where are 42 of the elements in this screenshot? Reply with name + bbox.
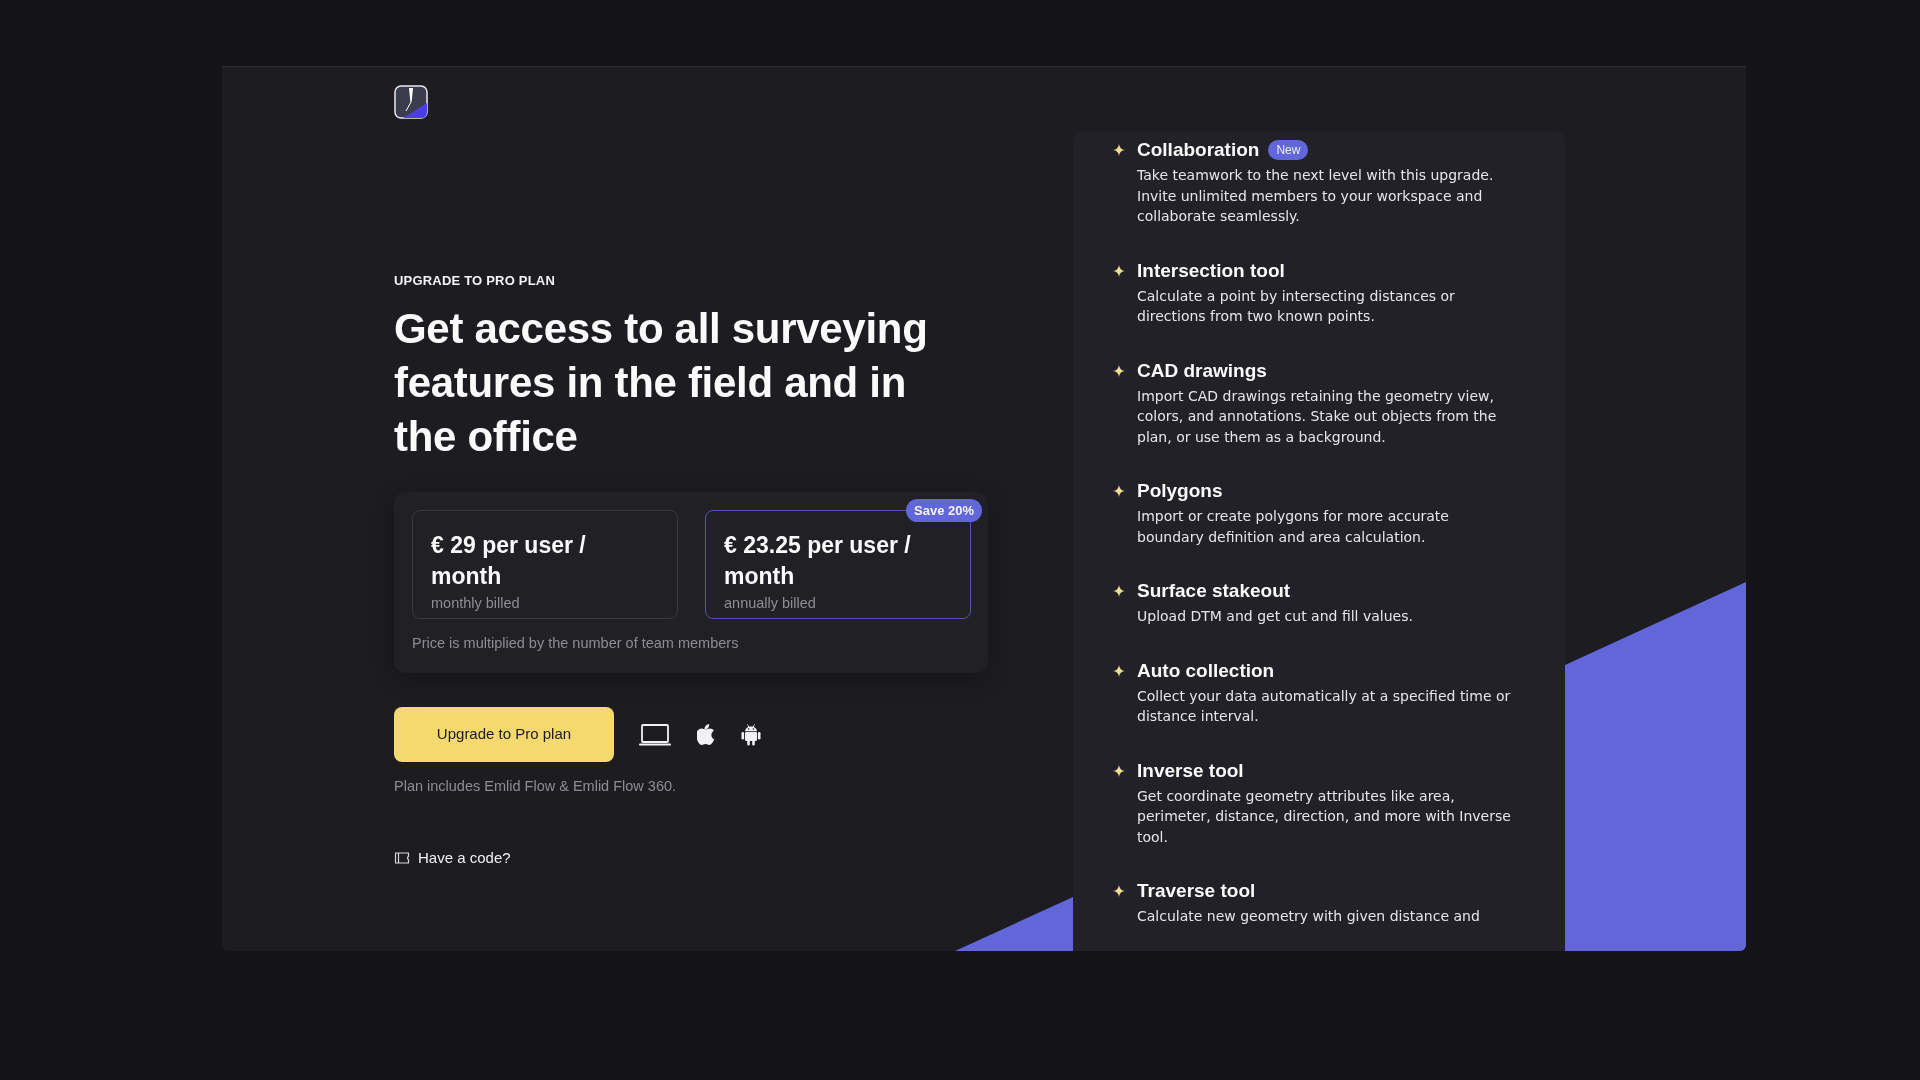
feature-description: Import or create polygons for more accurate boundary definition and area calculation. bbox=[1137, 507, 1450, 547]
plan-price: € 23.25 per user / month bbox=[724, 530, 912, 591]
page-heading: Get access to all surveying features in the field and in the office bbox=[394, 304, 929, 462]
feature-title: Traverse tool bbox=[1137, 879, 1256, 903]
feature-description: Upload DTM and get cut and fill values. bbox=[1137, 607, 1413, 626]
feature-description: Calculate new geometry with given distance and bbox=[1137, 907, 1480, 926]
ticket-icon bbox=[394, 852, 410, 864]
feature-title: Inverse tool bbox=[1137, 758, 1244, 783]
price-note: Price is multiplied by the number of team members bbox=[412, 634, 740, 653]
sparkle-icon bbox=[1113, 585, 1125, 597]
logo-icon bbox=[394, 85, 428, 119]
sparkle-icon bbox=[1113, 264, 1125, 277]
sparkle-icon bbox=[1113, 764, 1125, 777]
feature-description: Collect your data automatically at a specified time or distance interval. bbox=[1137, 686, 1512, 726]
feature-description: Take teamwork to the next level with this upgrade. Invite unlimited members to your workspace and collaborate seamlessly. bbox=[1137, 166, 1495, 226]
sparkle-icon bbox=[1113, 485, 1125, 497]
feature-title: Collaboration bbox=[1137, 138, 1260, 162]
feature-title: Polygons bbox=[1137, 479, 1223, 503]
plan-includes-text: Plan includes Emlid Flow & Emlid Flow 360. bbox=[394, 777, 678, 796]
robot-icon bbox=[741, 723, 761, 746]
billing-period: monthly billed bbox=[431, 593, 521, 612]
feature-title: CAD drawings bbox=[1137, 358, 1267, 383]
code-link[interactable]: Have a code? bbox=[394, 848, 511, 868]
feature-title: Auto collection bbox=[1137, 658, 1275, 683]
sparkle-icon bbox=[1113, 364, 1125, 377]
plan-price: € 29 per user / month bbox=[431, 530, 587, 591]
feature-description: Import CAD drawings retaining the geometry view, colors, and annotations. Stake out objects from the plan, or use them as a background. bbox=[1137, 386, 1498, 447]
sparkle-icon bbox=[1113, 885, 1125, 897]
apple-icon bbox=[697, 724, 715, 745]
plan-option[interactable]: € 29 per user / month monthly billed bbox=[412, 510, 678, 619]
discount-badge: Save 20% bbox=[906, 499, 982, 522]
upgrade-button[interactable]: Upgrade to Pro plan bbox=[394, 707, 614, 762]
laptop-icon bbox=[639, 723, 671, 746]
sparkle-icon bbox=[1113, 144, 1125, 156]
sparkle-icon bbox=[1113, 664, 1125, 677]
feature-description: Calculate a point by intersecting distances or directions from two known points. bbox=[1137, 286, 1456, 326]
feature-title: Intersection tool bbox=[1137, 258, 1285, 283]
new-badge: New bbox=[1268, 140, 1309, 160]
eyebrow-label: UPGRADE TO PRO PLAN bbox=[394, 273, 557, 289]
feature-title: Surface stakeout bbox=[1137, 579, 1291, 603]
feature-description: Get coordinate geometry attributes like area, perimeter, distance, direction, and more with Inverse tool. bbox=[1137, 786, 1512, 847]
billing-period: annually billed bbox=[724, 593, 817, 612]
